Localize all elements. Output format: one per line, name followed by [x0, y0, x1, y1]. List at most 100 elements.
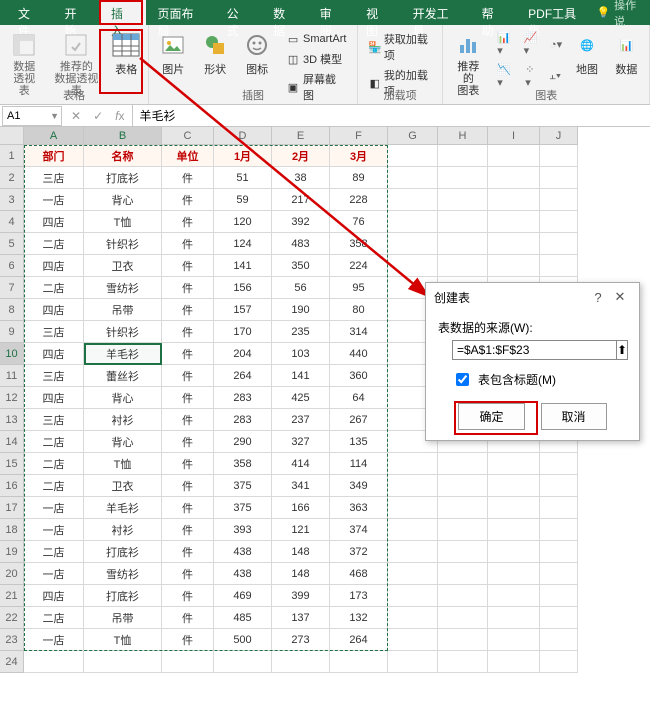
cell[interactable]: 四店 [24, 343, 84, 365]
pivottable-button[interactable]: 数据 透视表 [6, 29, 43, 99]
dropdown-icon[interactable]: ▼ [48, 111, 61, 121]
cell[interactable] [488, 541, 540, 563]
tab-insert[interactable]: 插入 [99, 0, 146, 25]
cell[interactable] [84, 651, 162, 673]
cell[interactable]: 打底衫 [84, 585, 162, 607]
row-header[interactable]: 15 [0, 453, 24, 475]
cell[interactable]: 三店 [24, 409, 84, 431]
cell[interactable]: 衬衫 [84, 409, 162, 431]
cell[interactable]: 件 [162, 365, 214, 387]
tab-home[interactable]: 开始 [53, 0, 100, 25]
cell[interactable]: 440 [330, 343, 388, 365]
cell[interactable]: 件 [162, 299, 214, 321]
tab-view[interactable]: 视图 [354, 0, 401, 25]
cell[interactable] [488, 145, 540, 167]
cell[interactable]: 四店 [24, 255, 84, 277]
cell[interactable] [388, 563, 438, 585]
cell[interactable]: 425 [272, 387, 330, 409]
tab-layout[interactable]: 页面布局 [146, 0, 215, 25]
cell[interactable] [272, 651, 330, 673]
cell[interactable]: 393 [214, 519, 272, 541]
cell[interactable]: 103 [272, 343, 330, 365]
cell[interactable] [388, 145, 438, 167]
cell[interactable] [24, 651, 84, 673]
cell[interactable] [540, 475, 578, 497]
cell[interactable]: 237 [272, 409, 330, 431]
cell[interactable]: 283 [214, 387, 272, 409]
cell[interactable] [488, 255, 540, 277]
row-header[interactable]: 3 [0, 189, 24, 211]
cell[interactable] [540, 541, 578, 563]
cell[interactable]: 468 [330, 563, 388, 585]
tab-data[interactable]: 数据 [261, 0, 308, 25]
table-button[interactable]: 表格 [110, 29, 142, 79]
cell[interactable]: 363 [330, 497, 388, 519]
cell[interactable] [388, 585, 438, 607]
help-icon[interactable]: ? [587, 290, 609, 305]
cell[interactable]: 件 [162, 255, 214, 277]
cell[interactable] [388, 541, 438, 563]
cell[interactable]: 358 [330, 233, 388, 255]
cell[interactable]: T恤 [84, 629, 162, 651]
ok-button[interactable]: 确定 [458, 403, 524, 430]
cell[interactable]: 打底衫 [84, 541, 162, 563]
cell[interactable]: 314 [330, 321, 388, 343]
row-header[interactable]: 5 [0, 233, 24, 255]
tab-pdf[interactable]: PDF工具集 [516, 0, 596, 25]
cell[interactable]: 吊带 [84, 607, 162, 629]
cell[interactable] [388, 475, 438, 497]
reccharts-button[interactable]: 推荐的 图表 [449, 29, 487, 99]
cell[interactable] [438, 145, 488, 167]
cell[interactable] [488, 585, 540, 607]
col-header-i[interactable]: I [488, 127, 540, 145]
cell[interactable]: 121 [272, 519, 330, 541]
cell[interactable]: 一店 [24, 497, 84, 519]
cell[interactable] [438, 167, 488, 189]
cell[interactable]: 95 [330, 277, 388, 299]
cell[interactable] [388, 167, 438, 189]
cell[interactable]: 80 [330, 299, 388, 321]
cell[interactable] [540, 585, 578, 607]
row-header[interactable]: 8 [0, 299, 24, 321]
cell[interactable] [438, 563, 488, 585]
cell[interactable]: 290 [214, 431, 272, 453]
cell[interactable]: 二店 [24, 475, 84, 497]
cell[interactable] [488, 233, 540, 255]
cell[interactable] [438, 607, 488, 629]
cell[interactable] [540, 145, 578, 167]
cell[interactable]: 228 [330, 189, 388, 211]
cell[interactable]: 132 [330, 607, 388, 629]
tab-review[interactable]: 审阅 [308, 0, 355, 25]
row-header[interactable]: 17 [0, 497, 24, 519]
tab-file[interactable]: 文件 [6, 0, 53, 25]
cell[interactable]: 件 [162, 541, 214, 563]
cell[interactable]: 衬衫 [84, 519, 162, 541]
cell[interactable] [488, 519, 540, 541]
tab-help[interactable]: 帮助 [470, 0, 517, 25]
row-header[interactable]: 18 [0, 519, 24, 541]
row-header[interactable]: 19 [0, 541, 24, 563]
cell[interactable]: 件 [162, 519, 214, 541]
cell[interactable]: 267 [330, 409, 388, 431]
pictures-button[interactable]: 图片 [155, 29, 191, 79]
cell[interactable]: 135 [330, 431, 388, 453]
cell[interactable]: 120 [214, 211, 272, 233]
cell[interactable]: 针织衫 [84, 233, 162, 255]
cell[interactable]: 二店 [24, 277, 84, 299]
col-header-h[interactable]: H [438, 127, 488, 145]
cell[interactable]: T恤 [84, 453, 162, 475]
cell[interactable]: 部门 [24, 145, 84, 167]
confirm-icon[interactable]: ✓ [93, 109, 103, 123]
col-header-j[interactable]: J [540, 127, 578, 145]
cell[interactable]: 蕾丝衫 [84, 365, 162, 387]
row-header[interactable]: 14 [0, 431, 24, 453]
row-header[interactable]: 22 [0, 607, 24, 629]
row-header[interactable]: 1 [0, 145, 24, 167]
cell[interactable]: 56 [272, 277, 330, 299]
cell[interactable]: 157 [214, 299, 272, 321]
cell[interactable] [540, 211, 578, 233]
cell[interactable] [540, 563, 578, 585]
cell[interactable] [438, 541, 488, 563]
cell[interactable]: 一店 [24, 189, 84, 211]
cell[interactable]: 438 [214, 541, 272, 563]
